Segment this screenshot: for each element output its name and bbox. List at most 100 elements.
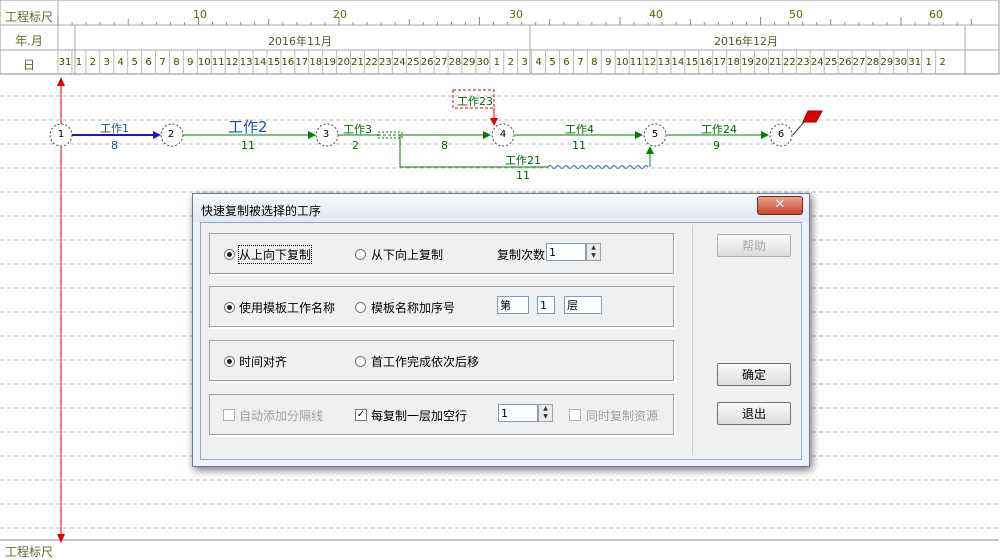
node-1[interactable]: 1: [52, 129, 70, 140]
day-label: 21: [769, 57, 782, 68]
ruler-row-day-label: 日: [22, 58, 35, 72]
today-line-arrow-down: [57, 534, 65, 543]
node-4[interactable]: 4: [494, 129, 512, 140]
work-duration-3-4: 8: [441, 139, 448, 152]
day-label: 16: [281, 57, 295, 68]
arrow-work-24-head: [761, 131, 769, 139]
work-23-arrow-head: [490, 118, 498, 126]
label-auto-separator[interactable]: 自动添加分隔线: [239, 407, 323, 424]
day-label: 23: [379, 57, 392, 68]
day-label: 10: [197, 57, 211, 68]
label-top-down[interactable]: 从上向下复制: [237, 245, 313, 264]
day-label: 18: [309, 57, 323, 68]
month-label-nov: 2016年11月: [268, 35, 332, 48]
node-3[interactable]: 3: [317, 129, 335, 140]
day-label: 26: [420, 57, 434, 68]
work-label-4[interactable]: 工作4: [565, 121, 594, 137]
arrow-work-3-4-head: [483, 131, 491, 139]
day-label: 1: [493, 57, 501, 68]
dialog-body: 从上向下复制 从下向上复制 复制次数 1 ▲ ▼ 使用模板工作名称 模板名称加序号…: [200, 222, 802, 460]
arrow-work-4-head: [635, 131, 643, 139]
day-label: 8: [173, 57, 180, 68]
work-label-23[interactable]: 工作23: [457, 93, 493, 109]
scale-tick: 50: [789, 8, 803, 21]
node-6[interactable]: 6: [772, 129, 790, 140]
work-label-2[interactable]: 工作2: [228, 116, 268, 137]
day-label: 7: [577, 57, 584, 68]
radio-bottom-up[interactable]: [355, 249, 366, 260]
close-icon[interactable]: ✕: [757, 196, 803, 215]
month-label-dec: 2016年12月: [714, 35, 778, 48]
arrow-work-1-head: [153, 131, 161, 139]
node-2[interactable]: 2: [162, 129, 180, 140]
work-label-24[interactable]: 工作24: [701, 121, 737, 137]
day-label: 6: [145, 57, 152, 68]
checkbox-auto-separator[interactable]: [223, 409, 235, 421]
day-label: 25: [824, 57, 838, 68]
label-template-name[interactable]: 使用模板工作名称: [239, 299, 335, 316]
label-shift[interactable]: 首工作完成依次后移: [371, 353, 479, 370]
ok-button[interactable]: 确定: [717, 363, 791, 386]
work-duration-21: 11: [516, 169, 530, 182]
copy-times-spinner[interactable]: ▲ ▼: [586, 243, 601, 261]
node-5[interactable]: 5: [646, 129, 664, 140]
radio-template-name[interactable]: [224, 302, 235, 313]
naming-group: 使用模板工作名称 模板名称加序号 第 1 层: [209, 286, 675, 328]
work-label-3[interactable]: 工作3: [343, 121, 372, 137]
today-line-arrow-up: [57, 77, 65, 86]
label-blank-row[interactable]: 每复制一层加空行: [371, 407, 467, 424]
day-label: 4: [535, 57, 542, 68]
day-label: 21: [351, 57, 364, 68]
day-label: 9: [605, 57, 612, 68]
help-button[interactable]: 帮助: [717, 234, 791, 257]
scale-tick: 40: [649, 8, 663, 21]
radio-template-seq[interactable]: [355, 302, 366, 313]
day-label: 30: [894, 57, 908, 68]
prefix-input[interactable]: 第: [497, 296, 529, 314]
label-time-align[interactable]: 时间对齐: [239, 353, 287, 370]
radio-time-align[interactable]: [224, 356, 235, 367]
label-copy-resources[interactable]: 同时复制资源: [586, 407, 658, 424]
day-label: 5: [131, 57, 138, 68]
day-label: 18: [727, 57, 740, 68]
radio-shift[interactable]: [355, 356, 366, 367]
day-label: 3: [103, 57, 110, 68]
radio-top-down[interactable]: [224, 249, 235, 260]
day-label: 20: [337, 57, 350, 68]
day-label: 28: [448, 57, 462, 68]
scale-tick: 30: [509, 8, 523, 21]
day-label: 1: [925, 57, 932, 68]
scale-tick: 10: [193, 8, 207, 21]
day-label: 27: [852, 57, 866, 68]
ruler-row-scale-label: 工程标尺: [4, 10, 53, 24]
copy-times-input[interactable]: 1: [546, 243, 586, 261]
day-label: 9: [187, 57, 194, 68]
label-template-seq[interactable]: 模板名称加序号: [371, 299, 455, 316]
scale-tick: 20: [333, 8, 347, 21]
quick-copy-dialog[interactable]: 快速复制被选择的工序 ✕ 从上向下复制 从下向上复制 复制次数 1 ▲ ▼ 使用模…: [192, 193, 810, 467]
alignment-group: 时间对齐 首工作完成依次后移: [209, 340, 675, 382]
day-label: 8: [591, 57, 598, 68]
day-label: 11: [629, 57, 643, 68]
day-label: 31: [908, 57, 922, 68]
index-input[interactable]: 1: [537, 296, 555, 314]
day-label: 1: [75, 57, 83, 68]
day-label: 24: [392, 57, 406, 68]
blank-row-input[interactable]: 1: [498, 404, 538, 422]
checkbox-copy-resources[interactable]: [569, 409, 581, 421]
checkbox-blank-row[interactable]: ✓: [355, 409, 367, 421]
day-label: 16: [699, 57, 713, 68]
day-label: 30: [476, 57, 490, 68]
day-label: 20: [755, 57, 768, 68]
exit-button[interactable]: 退出: [717, 402, 791, 425]
day-label: 10: [615, 57, 629, 68]
blank-row-spinner[interactable]: ▲ ▼: [538, 404, 553, 422]
day-label: 25: [406, 57, 420, 68]
work-label-21[interactable]: 工作21: [505, 152, 541, 168]
work-label-1[interactable]: 工作1: [100, 120, 129, 136]
day-label: 28: [866, 57, 880, 68]
suffix-input[interactable]: 层: [564, 296, 602, 314]
day-label: 23: [796, 57, 810, 68]
dialog-titlebar[interactable]: 快速复制被选择的工序 ✕: [193, 194, 809, 222]
label-bottom-up[interactable]: 从下向上复制: [371, 246, 443, 263]
